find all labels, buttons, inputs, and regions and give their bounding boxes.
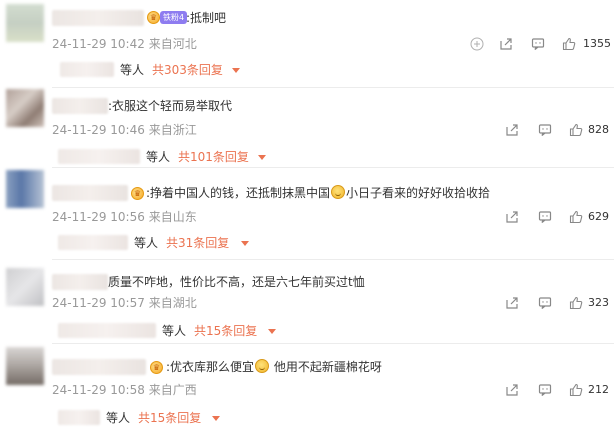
- thumbs-up-icon[interactable]: [569, 296, 583, 310]
- like-count: 828: [588, 123, 609, 136]
- username-blurred[interactable]: [52, 359, 146, 375]
- comment-timestamp: 24-11-29 10:46: [52, 123, 145, 137]
- comment-icon[interactable]: [538, 210, 552, 224]
- share-icon[interactable]: [505, 296, 519, 310]
- reply-avatars-blurred: [58, 149, 140, 164]
- comment-item: ♛ 铁粉4 :抵制吧 24-11-29 10:42 来自河北 1355 等人 共…: [0, 0, 614, 88]
- reply-people: 等人: [162, 324, 187, 338]
- comment-meta: 24-11-29 10:58 来自广西: [52, 382, 197, 398]
- reply-people: 等人: [134, 236, 159, 250]
- chevron-down-icon[interactable]: [232, 68, 240, 73]
- comment-item: 质量不咋地，性价比不高，还是六七年前买过t恤 24-11-29 10:57 来自…: [0, 260, 614, 344]
- comment-meta: 24-11-29 10:42 来自河北: [52, 36, 197, 52]
- chevron-down-icon[interactable]: [241, 241, 249, 246]
- avatar[interactable]: [6, 89, 44, 127]
- reply-summary[interactable]: 等人 共303条回复: [0, 62, 614, 78]
- avatar[interactable]: [6, 347, 44, 385]
- laugh-cry-emoji-icon: [331, 185, 346, 199]
- reply-summary[interactable]: 等人 共15条回复: [0, 410, 614, 426]
- reply-avatars-blurred: [58, 323, 156, 338]
- comment-location: 来自浙江: [148, 123, 197, 137]
- comment-location: 来自湖北: [148, 296, 197, 310]
- crown-badge-icon: ♛: [147, 11, 160, 24]
- crown-badge-icon: ♛: [131, 187, 144, 200]
- comment-item: ♛ :优衣库那么便宜 他用不起新疆棉花呀 24-11-29 10:58 来自广西…: [0, 344, 614, 434]
- chevron-down-icon[interactable]: [268, 329, 276, 334]
- comment-text: :衣服这个轻而易举取代: [108, 99, 233, 113]
- avatar[interactable]: [6, 4, 44, 42]
- username-blurred[interactable]: [52, 185, 128, 201]
- username-blurred[interactable]: [52, 274, 108, 290]
- username-blurred[interactable]: [52, 10, 144, 26]
- comment-text: :优衣库那么便宜 他用不起新疆棉花呀: [166, 359, 382, 375]
- follow-icon[interactable]: [470, 37, 484, 51]
- comment-location: 来自山东: [148, 210, 197, 224]
- comment-meta: 24-11-29 10:56 来自山东: [52, 209, 197, 225]
- reply-summary[interactable]: 等人 共31条回复: [0, 235, 614, 251]
- comment-timestamp: 24-11-29 10:58: [52, 383, 145, 397]
- comment-location: 来自广西: [148, 383, 197, 397]
- reply-summary[interactable]: 等人 共101条回复: [0, 149, 614, 165]
- comment-text-part: :挣着中国人的钱，还抵制抹黑中国: [146, 186, 331, 200]
- reply-total-link[interactable]: 共15条回复: [138, 410, 201, 426]
- comment-meta: 24-11-29 10:46 来自浙江: [52, 122, 197, 138]
- comment-text-part: 他用不起新疆棉花呀: [273, 360, 382, 374]
- like-count: 629: [588, 210, 609, 223]
- share-icon[interactable]: [505, 383, 519, 397]
- thumbs-up-icon[interactable]: [569, 210, 583, 224]
- share-icon[interactable]: [499, 37, 513, 51]
- comment-text-part: :优衣库那么便宜: [166, 360, 255, 374]
- reply-people: 等人: [146, 150, 171, 164]
- thumbs-up-icon[interactable]: [569, 123, 583, 137]
- comment-timestamp: 24-11-29 10:42: [52, 37, 145, 51]
- reply-people: 等人: [106, 411, 131, 425]
- comment-text-part: 小日子看来的好好收拾收拾: [346, 186, 491, 200]
- comment-text: 质量不咋地，性价比不高，还是六七年前买过t恤: [108, 275, 365, 289]
- like-count: 1355: [583, 37, 611, 50]
- reply-summary[interactable]: 等人 共15条回复: [0, 323, 614, 339]
- comment-timestamp: 24-11-29 10:57: [52, 296, 145, 310]
- reply-avatars-blurred: [60, 62, 114, 77]
- reply-total-link[interactable]: 共31条回复: [166, 235, 229, 251]
- thumbs-up-icon[interactable]: [562, 37, 576, 51]
- comment-text: :抵制吧: [186, 11, 227, 25]
- comment-text: :挣着中国人的钱，还抵制抹黑中国 小日子看来的好好收拾收拾: [146, 185, 490, 201]
- laugh-cry-emoji-icon: [255, 359, 270, 373]
- thumbs-up-icon[interactable]: [569, 383, 583, 397]
- comment-icon[interactable]: [538, 296, 552, 310]
- share-icon[interactable]: [505, 123, 519, 137]
- username-blurred[interactable]: [52, 98, 108, 114]
- like-count: 212: [588, 383, 609, 396]
- comment-item: ♛ :挣着中国人的钱，还抵制抹黑中国 小日子看来的好好收拾收拾 24-11-29 …: [0, 168, 614, 254]
- reply-avatars-blurred: [58, 235, 128, 250]
- comment-icon[interactable]: [538, 123, 552, 137]
- avatar[interactable]: [6, 170, 44, 208]
- comment-icon[interactable]: [531, 37, 545, 51]
- reply-total-link[interactable]: 共15条回复: [194, 323, 257, 339]
- chevron-down-icon[interactable]: [212, 416, 220, 421]
- share-icon[interactable]: [505, 210, 519, 224]
- like-count: 323: [588, 296, 609, 309]
- reply-people: 等人: [120, 63, 145, 77]
- crown-badge-icon: ♛: [150, 361, 163, 374]
- reply-avatars-blurred: [58, 410, 100, 425]
- reply-total-link[interactable]: 共101条回复: [178, 149, 249, 165]
- comment-location: 来自河北: [148, 37, 197, 51]
- comment-timestamp: 24-11-29 10:56: [52, 210, 145, 224]
- comment-icon[interactable]: [538, 383, 552, 397]
- comment-feed: ♛ 铁粉4 :抵制吧 24-11-29 10:42 来自河北 1355 等人 共…: [0, 0, 614, 434]
- fan-level-tag: 铁粉4: [160, 11, 188, 24]
- comment-meta: 24-11-29 10:57 来自湖北: [52, 295, 197, 311]
- chevron-down-icon[interactable]: [258, 155, 266, 160]
- comment-item: :衣服这个轻而易举取代 24-11-29 10:46 来自浙江 828 等人 共…: [0, 88, 614, 168]
- avatar[interactable]: [6, 268, 44, 306]
- reply-total-link[interactable]: 共303条回复: [152, 62, 223, 78]
